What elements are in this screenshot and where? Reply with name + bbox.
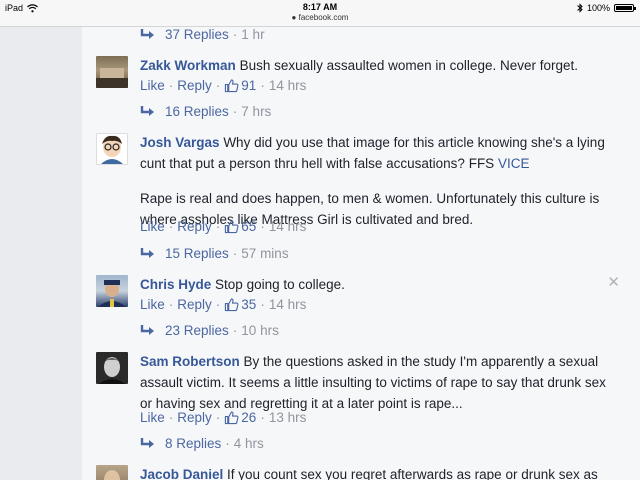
replies-time: 1 hr (241, 27, 265, 42)
replies-count: 23 Replies (165, 322, 229, 338)
reply-button[interactable]: Reply (177, 297, 212, 312)
separator: · (168, 77, 174, 93)
reply-arrow-icon (140, 325, 154, 335)
status-right: 100% (577, 3, 636, 13)
battery-icon (614, 4, 636, 12)
reply-button[interactable]: Reply (177, 410, 212, 425)
like-count[interactable]: 26 (241, 410, 256, 425)
reply-button[interactable]: Reply (177, 219, 212, 234)
comment-author[interactable]: Zakk Workman (140, 58, 236, 73)
like-button[interactable]: Like (140, 78, 165, 93)
replies-link[interactable]: 15 Replies · 57 mins (140, 245, 289, 261)
avatar[interactable] (96, 133, 128, 165)
comment-body: Jacob Daniel If you count sex you regret… (140, 464, 610, 480)
comment-text: If you count sex you regret afterwards a… (227, 467, 598, 480)
avatar-image (96, 68, 128, 88)
reply-button[interactable]: Reply (177, 78, 212, 93)
comment-actions: Like · Reply · 26 · 13 hrs (140, 407, 306, 427)
comment-text: Stop going to college. (215, 277, 345, 292)
reply-arrow-icon (140, 438, 154, 448)
thumbs-up-icon (225, 78, 239, 92)
separator: · (215, 409, 221, 425)
separator: · (232, 103, 238, 119)
separator: · (232, 322, 238, 338)
bluetooth-icon (577, 3, 583, 13)
comment-author[interactable]: Jacob Daniel (140, 467, 223, 480)
separator: · (260, 218, 265, 234)
comment-author[interactable]: Josh Vargas (140, 135, 220, 150)
status-center: 8:17 AM ● facebook.com (0, 2, 640, 23)
comment-time: 14 hrs (268, 77, 307, 93)
replies-link[interactable]: 23 Replies · 10 hrs (140, 322, 279, 338)
thumbs-up-icon (225, 297, 239, 311)
replies-link[interactable]: 16 Replies · 7 hrs (140, 103, 272, 119)
comment-actions: Like · Reply · 91 · 14 hrs (140, 75, 306, 95)
separator: · (168, 409, 174, 425)
mention-link[interactable]: VICE (498, 156, 530, 171)
avatar-image (98, 280, 126, 307)
separator: · (260, 409, 265, 425)
separator: · (168, 218, 174, 234)
replies-time: 4 hrs (233, 435, 264, 451)
comment-body: Zakk Workman Bush sexually assaulted wom… (140, 55, 610, 76)
lock-icon: ● (291, 13, 297, 22)
comment-author[interactable]: Sam Robertson (140, 354, 240, 369)
comment-text: Bush sexually assaulted women in college… (239, 58, 578, 73)
separator: · (168, 296, 174, 312)
comment-body: Chris Hyde Stop going to college. (140, 274, 610, 295)
comment-time: 14 hrs (268, 218, 307, 234)
thumbs-up-icon (225, 219, 239, 233)
replies-count: 37 Replies (165, 27, 229, 42)
like-button[interactable]: Like (140, 410, 165, 425)
reply-arrow-icon (140, 106, 154, 116)
like-count[interactable]: 65 (241, 219, 256, 234)
like-count[interactable]: 35 (241, 297, 256, 312)
separator: · (260, 296, 265, 312)
avatar-image (99, 357, 125, 384)
separator: · (215, 296, 221, 312)
reply-arrow-icon (140, 29, 154, 39)
replies-count: 16 Replies (165, 103, 229, 119)
avatar[interactable] (96, 56, 128, 88)
battery-percent: 100% (586, 3, 610, 13)
replies-count: 8 Replies (165, 435, 222, 451)
address-url: facebook.com (298, 13, 349, 22)
like-count[interactable]: 91 (241, 78, 256, 93)
comment-author[interactable]: Chris Hyde (140, 277, 211, 292)
separator: · (225, 435, 230, 451)
status-time: 8:17 AM (302, 2, 338, 12)
replies-time: 7 hrs (241, 103, 272, 119)
like-button[interactable]: Like (140, 219, 165, 234)
replies-time: 10 hrs (241, 322, 279, 338)
avatar-image (104, 470, 120, 480)
comment-actions: Like · Reply · 65 · 14 hrs (140, 216, 306, 236)
separator: · (232, 245, 238, 261)
separator: · (260, 77, 265, 93)
avatar[interactable] (96, 275, 128, 307)
comment-time: 14 hrs (268, 296, 307, 312)
replies-link[interactable]: 37 Replies · 1 hr (140, 27, 265, 42)
separator: · (232, 27, 238, 42)
reply-arrow-icon (140, 248, 154, 258)
separator: · (215, 77, 221, 93)
thumbs-up-icon (225, 410, 239, 424)
comment-actions: Like · Reply · 35 · 14 hrs (140, 294, 306, 314)
replies-time: 57 mins (241, 245, 289, 261)
separator: · (215, 218, 221, 234)
comments-panel: 37 Replies · 1 hr Zakk Workman Bush sexu… (82, 27, 640, 480)
comment-time: 13 hrs (268, 409, 307, 425)
address-bar[interactable]: ● facebook.com (0, 13, 640, 23)
avatar[interactable] (96, 352, 128, 384)
avatar[interactable] (96, 465, 128, 480)
like-button[interactable]: Like (140, 297, 165, 312)
status-bar: iPad 8:17 AM ● facebook.com 100% (0, 0, 640, 27)
avatar-image (101, 135, 123, 164)
replies-count: 15 Replies (165, 245, 229, 261)
comment-body: Sam Robertson By the questions asked in … (140, 351, 610, 414)
replies-link[interactable]: 8 Replies · 4 hrs (140, 435, 264, 451)
